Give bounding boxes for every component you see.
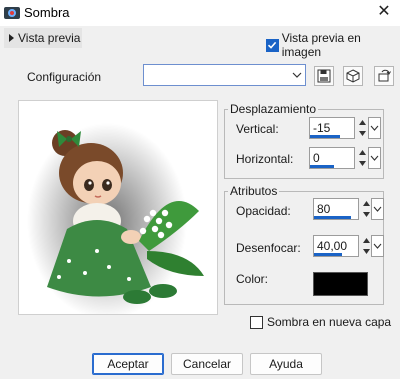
horizontal-label: Horizontal: <box>236 152 294 166</box>
caret-right-icon <box>9 34 14 42</box>
reset-button[interactable] <box>374 66 394 86</box>
chevron-down-icon <box>373 206 382 212</box>
blur-label: Desenfocar: <box>236 241 301 255</box>
help-button[interactable]: Ayuda <box>250 353 322 375</box>
vertical-value: -15 <box>313 121 331 135</box>
horizontal-input[interactable]: 0 <box>309 147 355 169</box>
window-title: Sombra <box>24 5 70 20</box>
spin-up-icon[interactable] <box>361 235 371 246</box>
opacity-slider-bar[interactable] <box>314 216 351 219</box>
cube-icon <box>346 69 360 83</box>
opacity-input[interactable]: 80 <box>313 198 359 220</box>
preview-in-image-option[interactable]: Vista previa en imagen <box>266 31 400 59</box>
horizontal-spinner[interactable] <box>357 147 367 169</box>
vertical-slider-bar[interactable] <box>310 135 340 138</box>
new-layer-checkbox[interactable] <box>250 315 263 329</box>
preset-manager-button[interactable] <box>343 66 363 86</box>
spin-up-icon[interactable] <box>361 198 371 209</box>
color-label: Color: <box>236 272 269 286</box>
spin-down-icon[interactable] <box>361 209 371 220</box>
chevron-down-icon <box>370 155 379 161</box>
vertical-spinner[interactable] <box>357 117 367 139</box>
spin-down-icon[interactable] <box>361 246 371 257</box>
app-icon <box>4 7 20 19</box>
horizontal-slider-bar[interactable] <box>310 165 334 168</box>
blur-slider-bar[interactable] <box>314 253 342 256</box>
new-layer-label: Sombra en nueva capa <box>267 315 392 329</box>
cancel-button[interactable]: Cancelar <box>171 353 243 375</box>
chevron-down-icon <box>292 72 302 78</box>
chevron-down-icon <box>370 125 379 131</box>
chevron-down-icon <box>373 243 382 249</box>
vertical-dropdown[interactable] <box>368 117 381 139</box>
close-icon[interactable]: ✕ <box>374 2 394 22</box>
preview-toggle-button[interactable]: Vista previa <box>4 28 82 48</box>
horizontal-dropdown[interactable] <box>368 147 381 169</box>
check-icon <box>268 41 277 49</box>
config-select[interactable] <box>143 64 306 86</box>
opacity-spinner[interactable] <box>361 198 371 220</box>
attributes-group-title: Atributos <box>228 184 280 198</box>
config-label: Configuración <box>27 70 102 84</box>
blur-spinner[interactable] <box>361 235 371 257</box>
spin-down-icon[interactable] <box>357 158 367 169</box>
ok-button[interactable]: Aceptar <box>92 353 164 375</box>
save-icon <box>317 69 331 83</box>
blur-dropdown[interactable] <box>371 235 384 257</box>
spin-up-icon[interactable] <box>357 117 367 128</box>
blur-value: 40,00 <box>317 239 348 253</box>
spin-down-icon[interactable] <box>357 128 367 139</box>
horizontal-value: 0 <box>313 151 320 165</box>
preview-image[interactable] <box>18 100 218 315</box>
preview-toggle-label: Vista previa <box>18 31 81 45</box>
save-preset-button[interactable] <box>314 66 334 86</box>
preview-illustration <box>27 123 204 314</box>
preview-in-image-checkbox[interactable] <box>266 38 279 52</box>
opacity-value: 80 <box>317 202 331 216</box>
reset-icon <box>378 69 391 82</box>
opacity-label: Opacidad: <box>236 204 291 218</box>
vertical-input[interactable]: -15 <box>309 117 355 139</box>
vertical-label: Vertical: <box>236 122 279 136</box>
opacity-dropdown[interactable] <box>371 198 384 220</box>
shadow-color-swatch[interactable] <box>313 272 368 296</box>
offset-group-title: Desplazamiento <box>228 102 319 116</box>
new-layer-option[interactable]: Sombra en nueva capa <box>250 315 391 329</box>
blur-input[interactable]: 40,00 <box>313 235 359 257</box>
preview-in-image-label: Vista previa en imagen <box>281 31 361 59</box>
spin-up-icon[interactable] <box>357 147 367 158</box>
